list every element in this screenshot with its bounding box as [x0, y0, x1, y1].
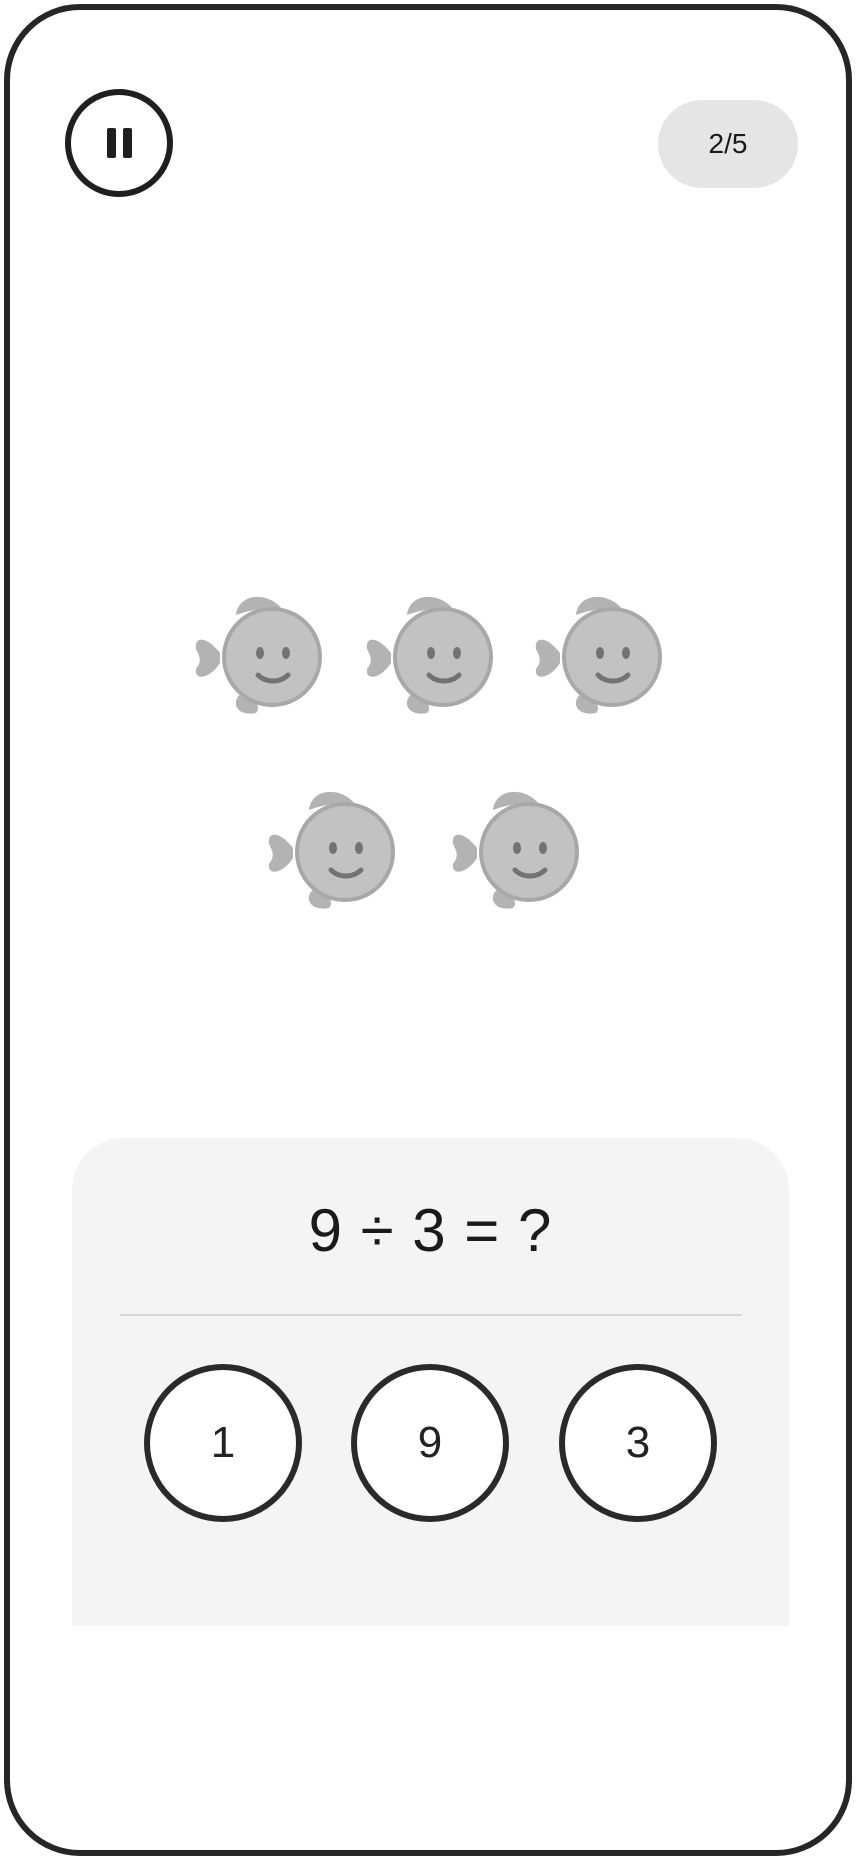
question-text: 9 ÷ 3 = ?: [308, 1197, 553, 1264]
fish-icon: [268, 791, 395, 909]
divider: [120, 1314, 742, 1316]
answer-option-3[interactable]: 3: [559, 1364, 717, 1522]
answer-option-2[interactable]: 9: [351, 1364, 509, 1522]
pause-button[interactable]: [65, 89, 173, 197]
progress-indicator: 2/5: [658, 100, 798, 188]
fish-icon: [452, 791, 579, 909]
fish-icon: [195, 596, 322, 714]
pause-icon: [106, 128, 132, 158]
fish-icon: [366, 596, 493, 714]
question-card: 9 ÷ 3 = ? 1 9 3: [72, 1138, 789, 1626]
fish-icon: [535, 596, 662, 714]
pause-bar-right: [122, 128, 132, 158]
answer-option-1[interactable]: 1: [144, 1364, 302, 1522]
pause-bar-left: [106, 128, 116, 158]
